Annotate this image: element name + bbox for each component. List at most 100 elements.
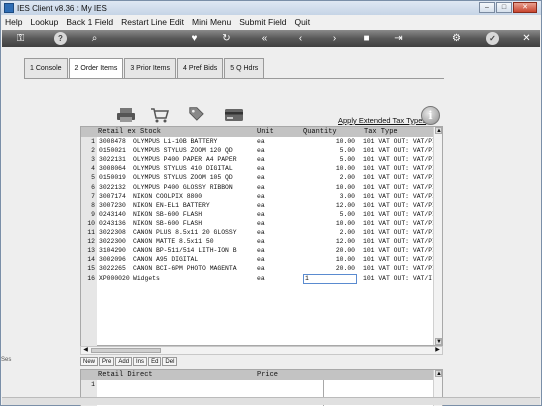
cell-quantity: 2.00 <box>339 229 355 236</box>
cell-code: 0243140 <box>99 210 126 218</box>
cell-tax-type: 101 VAT OUT: VAT/PI <box>363 210 436 218</box>
cell-code: 3104290 <box>99 247 126 255</box>
table-row[interactable]: 10 0243136 NIKON SB-600 FLASH ea 10.00 101 VA… <box>81 219 436 229</box>
new-row-button[interactable]: New <box>80 357 99 366</box>
scroll-right-arrow-icon[interactable]: ▶ <box>433 347 442 354</box>
table-row[interactable]: 12 3022300 CANON MATTE 8.5x11 50 ea 12.00 101… <box>81 238 436 247</box>
minimize-button[interactable]: – <box>479 2 495 13</box>
credit-card-icon[interactable] <box>224 107 244 123</box>
tab-pref-bids[interactable]: 4 Pref Bids <box>177 58 224 78</box>
delete-row-button[interactable]: Del <box>162 357 178 366</box>
insert-row-button[interactable]: Ins <box>133 357 148 366</box>
menu-restart-line-edit[interactable]: Restart Line Edit <box>121 17 184 27</box>
close-button[interactable]: ✕ <box>513 2 537 13</box>
search-icon[interactable]: ⌕ <box>88 32 101 45</box>
row-number: 1 <box>91 138 95 145</box>
cancel-icon[interactable]: ✕ <box>520 32 533 45</box>
maximize-button[interactable]: □ <box>496 2 512 13</box>
print-icon[interactable] <box>116 107 136 123</box>
refresh-icon[interactable]: ↻ <box>220 32 233 45</box>
title-bar: IES Client v8.36 : My IES – □ ✕ <box>1 1 541 15</box>
table-row[interactable]: 2 0150021 OLYMPUS STYLUS ZOOM 120 QD ea 5.00… <box>81 147 436 156</box>
row-number: 4 <box>91 165 95 173</box>
previous-row-button[interactable]: Pre <box>99 357 115 366</box>
price-tag-icon[interactable] <box>186 105 206 121</box>
grid-vertical-scrollbar[interactable]: ▲ ▼ <box>433 127 442 345</box>
cell-unit: ea <box>257 201 265 209</box>
table-row[interactable]: 3 3022131 OLYMPUS P400 PAPER A4 PAPER ea 5.0… <box>81 156 436 165</box>
table-row[interactable]: 6 3022132 OLYMPUS P400 GLOSSY RIBBON ea 10.0… <box>81 183 436 193</box>
scroll-left-arrow-icon[interactable]: ◀ <box>81 347 90 354</box>
tab-prior-items[interactable]: 3 Prior Items <box>124 58 177 78</box>
table-row[interactable]: 4 3008064 OLYMPUS STYLUS 410 DIGITAL ea 10.0… <box>81 165 436 174</box>
table-row[interactable]: 13 3104290 CANON BP-511/514 LITH-ION B ea 20… <box>81 247 436 256</box>
menu-mini-menu[interactable]: Mini Menu <box>192 17 231 27</box>
menu-help[interactable]: Help <box>5 17 22 27</box>
forward-icon[interactable]: › <box>328 32 341 45</box>
scroll-thumb[interactable] <box>91 348 161 353</box>
table-row[interactable]: 14 3002096 CANON A95 DIGITAL ea 10.00 101 VAT… <box>81 256 436 265</box>
quantity-edit-input[interactable]: 1 <box>303 273 357 284</box>
add-row-button[interactable]: Add <box>115 357 133 366</box>
key-icon[interactable]: ⚿ <box>14 32 27 45</box>
back-icon[interactable]: ‹ <box>294 32 307 45</box>
col-retail-ex-stock: Retail ex Stock <box>98 128 162 136</box>
cart-icon[interactable] <box>150 107 170 123</box>
cell-description: CANON A95 DIGITAL <box>133 256 199 264</box>
table-row[interactable]: 11 3022308 CANON PLUS 8.5x11 20 GLOSSY ea 2.… <box>81 229 436 238</box>
row-number: 14 <box>87 256 95 264</box>
settings-icon[interactable]: ⚙ <box>450 32 463 45</box>
table-row[interactable]: 8 3007230 NIKON EN-EL1 BATTERY ea 12.00 101 V… <box>81 201 436 211</box>
cell-tax-type: 101 VAT OUT: VAT/PI <box>363 165 436 173</box>
cell-unit: ea <box>257 238 265 246</box>
info-icon[interactable]: i <box>421 106 440 125</box>
cell-description: NIKON EN-EL1 BATTERY <box>133 201 210 209</box>
tab-order-items[interactable]: 2 Order Items <box>68 58 124 79</box>
scroll-down-arrow-icon[interactable]: ▼ <box>435 338 442 345</box>
window-title: IES Client v8.36 : My IES <box>17 3 107 13</box>
left-edge-label: Ses <box>1 357 12 363</box>
row-number: 6 <box>91 183 95 191</box>
table-row[interactable]: 15 3022265 CANON BCI-6PM PHOTO MAGENTA ea 20… <box>81 265 436 274</box>
menu-quit[interactable]: Quit <box>294 17 310 27</box>
cell-unit: ea <box>257 274 265 282</box>
menu-back-1-field[interactable]: Back 1 Field <box>66 17 113 27</box>
apply-extended-tax-types-link[interactable]: Apply Extended Tax Types <box>338 116 426 125</box>
cell-description: Widgets <box>133 274 160 282</box>
cell-quantity: 2.00 <box>339 174 355 182</box>
cell-description: CANON BCI-6PM PHOTO MAGENTA <box>133 265 237 273</box>
menu-submit-field[interactable]: Submit Field <box>239 17 286 27</box>
grid-horizontal-scrollbar[interactable]: ◀ ▶ <box>80 346 443 355</box>
stop-icon[interactable]: ■ <box>360 32 373 45</box>
cell-tax-type: 101 VAT OUT: VAT/PI <box>363 229 436 236</box>
cell-code: 3007174 <box>99 192 126 200</box>
cell-code: 3022132 <box>99 183 126 191</box>
table-row[interactable]: 5 0150019 OLYMPUS STYLUS ZOOM 105 QD ea 2.00… <box>81 174 436 183</box>
heart-icon[interactable]: ♥ <box>188 32 201 45</box>
col-retail-direct: Retail Direct <box>98 371 153 379</box>
tab-q-hdrs[interactable]: 5 Q Hdrs <box>224 58 265 78</box>
col-tax-type: Tax Type <box>364 128 398 136</box>
cell-code: 0150021 <box>99 147 126 155</box>
cell-unit: ea <box>257 247 265 255</box>
row-number: 16 <box>87 274 95 282</box>
table-row[interactable]: 9 0243140 NIKON SB-600 FLASH ea 5.00 101 VAT … <box>81 210 436 220</box>
cell-code: 0243136 <box>99 219 126 227</box>
table-row[interactable]: 7 3007174 NIKON COOLPIX 8800 ea 3.00 101 VAT … <box>81 192 436 202</box>
cell-code: 3022300 <box>99 238 126 246</box>
cell-quantity: 10.00 <box>335 256 355 264</box>
tab-console[interactable]: 1 Console <box>24 58 68 78</box>
table-row[interactable]: 1 3008478 OLYMPUS Li-10B BATTERY ea 10.00 101… <box>81 138 436 147</box>
rewind-icon[interactable]: « <box>258 32 271 45</box>
cell-unit: ea <box>257 138 265 145</box>
help-icon[interactable]: ? <box>54 32 67 45</box>
exit-icon[interactable]: ⇥ <box>392 32 405 45</box>
scroll-up-arrow-icon[interactable]: ▲ <box>435 370 442 377</box>
confirm-icon[interactable]: ✓ <box>486 32 499 45</box>
edit-row-button[interactable]: Ed <box>148 357 162 366</box>
table-row[interactable]: 1 <box>81 381 434 390</box>
cell-quantity: 5.00 <box>339 147 355 155</box>
menu-lookup[interactable]: Lookup <box>30 17 58 27</box>
table-row[interactable]: 16 XP000020 Widgets ea 1 101 VAT OUT: VAT/I <box>81 273 434 284</box>
scroll-up-arrow-icon[interactable]: ▲ <box>435 127 442 134</box>
